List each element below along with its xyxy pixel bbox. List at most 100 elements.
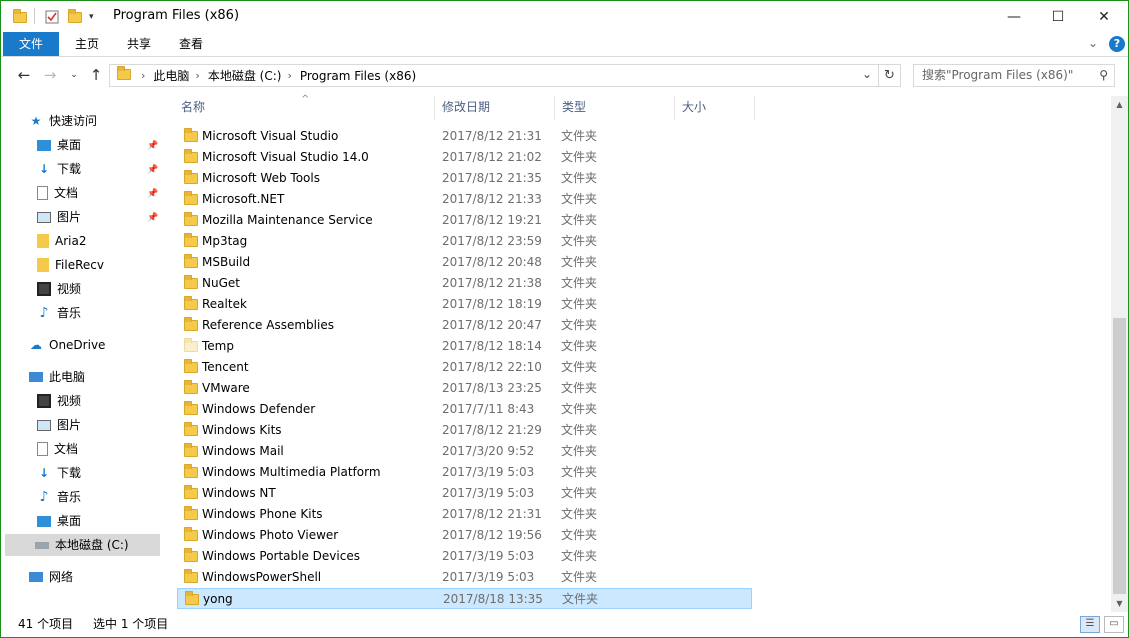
nav-label: 文档	[54, 186, 79, 200]
pin-icon[interactable]: 📌	[147, 165, 158, 175]
file-row[interactable]: Microsoft Visual Studio 14.0 2017/8/12 21…	[177, 147, 752, 168]
close-button[interactable]: ✕	[1081, 1, 1127, 32]
breadcrumb-this-pc[interactable]: 此电脑	[153, 67, 189, 84]
tab-home[interactable]: 主页	[63, 32, 111, 56]
file-row[interactable]: Windows Kits 2017/8/12 21:29 文件夹	[177, 420, 752, 441]
nav-item-pictures[interactable]: 图片	[37, 206, 81, 228]
nav-item-filerecv[interactable]: FileRecv	[37, 254, 104, 276]
nav-item-music[interactable]: ♪ 音乐	[37, 302, 81, 324]
file-row[interactable]: NuGet 2017/8/12 21:38 文件夹	[177, 273, 752, 294]
file-row[interactable]: MSBuild 2017/8/12 20:48 文件夹	[177, 252, 752, 273]
file-row[interactable]: Mp3tag 2017/8/12 23:59 文件夹	[177, 231, 752, 252]
back-button[interactable]: ←	[13, 64, 35, 86]
nav-item-desktop[interactable]: 桌面	[37, 134, 81, 156]
pin-icon[interactable]: 📌	[147, 189, 158, 199]
nav-item-downloads[interactable]: ↓ 下载	[37, 158, 81, 180]
file-row[interactable]: Tencent 2017/8/12 22:10 文件夹	[177, 357, 752, 378]
nav-item-videos[interactable]: 视频	[37, 278, 81, 300]
scrollbar-thumb[interactable]	[1113, 318, 1126, 594]
file-date: 2017/8/12 19:56	[442, 528, 542, 542]
column-header-type[interactable]: 类型	[558, 96, 675, 120]
video-icon	[37, 394, 51, 408]
nav-pc-pictures[interactable]: 图片	[37, 414, 81, 436]
file-type: 文件夹	[561, 570, 598, 584]
nav-onedrive[interactable]: ☁ OneDrive	[29, 334, 105, 356]
file-row[interactable]: Microsoft Web Tools 2017/8/12 21:35 文件夹	[177, 168, 752, 189]
forward-button[interactable]: →	[39, 64, 61, 86]
nav-pc-local-disk[interactable]: 本地磁盘 (C:)	[5, 534, 160, 556]
pin-icon[interactable]: 📌	[147, 213, 158, 223]
refresh-button[interactable]: ↻	[879, 64, 901, 87]
customize-dropdown-icon[interactable]: ▾	[89, 8, 94, 26]
tab-share[interactable]: 共享	[115, 32, 163, 56]
search-input[interactable]: 搜索"Program Files (x86)" ⚲	[913, 64, 1115, 87]
folder-icon	[184, 317, 198, 331]
file-row[interactable]: WindowsPowerShell 2017/3/19 5:03 文件夹	[177, 567, 752, 588]
nav-pc-music[interactable]: ♪ 音乐	[37, 486, 81, 508]
status-bar: 41 个项目 选中 1 个项目 ☰ ▭	[1, 613, 1128, 637]
pictures-icon	[37, 211, 51, 223]
nav-pc-videos[interactable]: 视频	[37, 390, 81, 412]
file-type: 文件夹	[561, 297, 598, 311]
large-icons-view-icon[interactable]: ▭	[1104, 616, 1124, 633]
help-icon[interactable]: ?	[1109, 36, 1125, 52]
file-row[interactable]: Windows Portable Devices 2017/3/19 5:03 文件…	[177, 546, 752, 567]
file-type: 文件夹	[561, 171, 598, 185]
file-row[interactable]: yong 2017/8/18 13:35 文件夹	[177, 588, 752, 609]
new-folder-icon[interactable]	[68, 8, 82, 26]
nav-pc-downloads[interactable]: ↓ 下载	[37, 462, 81, 484]
nav-this-pc[interactable]: 此电脑	[29, 366, 85, 388]
column-header-name[interactable]: ^ 名称	[177, 94, 435, 120]
file-name: Microsoft Web Tools	[202, 171, 320, 185]
maximize-button[interactable]: ☐	[1035, 1, 1081, 32]
chevron-right-icon: ›	[141, 69, 146, 82]
nav-quick-access[interactable]: ★ 快速访问	[29, 110, 97, 132]
file-row[interactable]: Windows Photo Viewer 2017/8/12 19:56 文件夹	[177, 525, 752, 546]
file-type: 文件夹	[561, 234, 598, 248]
nav-item-documents[interactable]: 文档	[37, 182, 78, 204]
column-header-date[interactable]: 修改日期	[438, 96, 555, 120]
file-row[interactable]: Windows Defender 2017/7/11 8:43 文件夹	[177, 399, 752, 420]
file-row[interactable]: Windows Multimedia Platform 2017/3/19 5:0…	[177, 462, 752, 483]
up-button[interactable]: ↑	[85, 64, 107, 86]
nav-network[interactable]: 网络	[29, 566, 73, 588]
folder-icon	[184, 254, 198, 268]
file-row[interactable]: VMware 2017/8/13 23:25 文件夹	[177, 378, 752, 399]
tab-file[interactable]: 文件	[3, 32, 59, 56]
tab-view[interactable]: 查看	[167, 32, 215, 56]
file-name: NuGet	[202, 276, 240, 290]
file-row[interactable]: Reference Assemblies 2017/8/12 20:47 文件夹	[177, 315, 752, 336]
nav-pc-desktop[interactable]: 桌面	[37, 510, 81, 532]
properties-icon[interactable]	[45, 8, 59, 26]
folder-icon	[184, 422, 198, 436]
file-type: 文件夹	[561, 507, 598, 521]
file-row[interactable]: Windows Mail 2017/3/20 9:52 文件夹	[177, 441, 752, 462]
ribbon-expand-icon[interactable]: ⌄	[1088, 36, 1098, 50]
file-row[interactable]: Windows NT 2017/3/19 5:03 文件夹	[177, 483, 752, 504]
details-view-icon[interactable]: ☰	[1080, 616, 1100, 633]
column-header-size[interactable]: 大小	[678, 96, 755, 120]
breadcrumb-current-folder[interactable]: Program Files (x86)	[300, 69, 416, 83]
file-row[interactable]: Microsoft Visual Studio 2017/8/12 21:31 文件…	[177, 126, 752, 147]
file-date: 2017/8/12 18:19	[442, 297, 542, 311]
star-icon: ★	[30, 114, 42, 128]
file-row[interactable]: Realtek 2017/8/12 18:19 文件夹	[177, 294, 752, 315]
scroll-down-icon[interactable]: ▼	[1111, 595, 1128, 612]
file-type: 文件夹	[561, 339, 598, 353]
minimize-button[interactable]: —	[991, 1, 1037, 32]
pin-icon[interactable]: 📌	[147, 141, 158, 151]
nav-pc-documents[interactable]: 文档	[37, 438, 78, 460]
file-row[interactable]: Windows Phone Kits 2017/8/12 21:31 文件夹	[177, 504, 752, 525]
address-bar[interactable]: › 此电脑 › 本地磁盘 (C:) › Program Files (x86) …	[109, 64, 879, 87]
folder-icon	[184, 275, 198, 289]
breadcrumb-local-disk[interactable]: 本地磁盘 (C:)	[208, 67, 282, 84]
file-row[interactable]: Temp 2017/8/12 18:14 文件夹	[177, 336, 752, 357]
file-row[interactable]: Mozilla Maintenance Service 2017/8/12 19:…	[177, 210, 752, 231]
vertical-scrollbar[interactable]: ▲ ▼	[1111, 96, 1128, 612]
nav-item-aria2[interactable]: Aria2	[37, 230, 86, 252]
address-dropdown-icon[interactable]: ⌄	[862, 67, 872, 81]
scroll-up-icon[interactable]: ▲	[1111, 96, 1128, 113]
recent-locations-icon[interactable]: ⌄	[63, 64, 85, 86]
file-row[interactable]: Microsoft.NET 2017/8/12 21:33 文件夹	[177, 189, 752, 210]
download-arrow-icon: ↓	[38, 162, 50, 176]
